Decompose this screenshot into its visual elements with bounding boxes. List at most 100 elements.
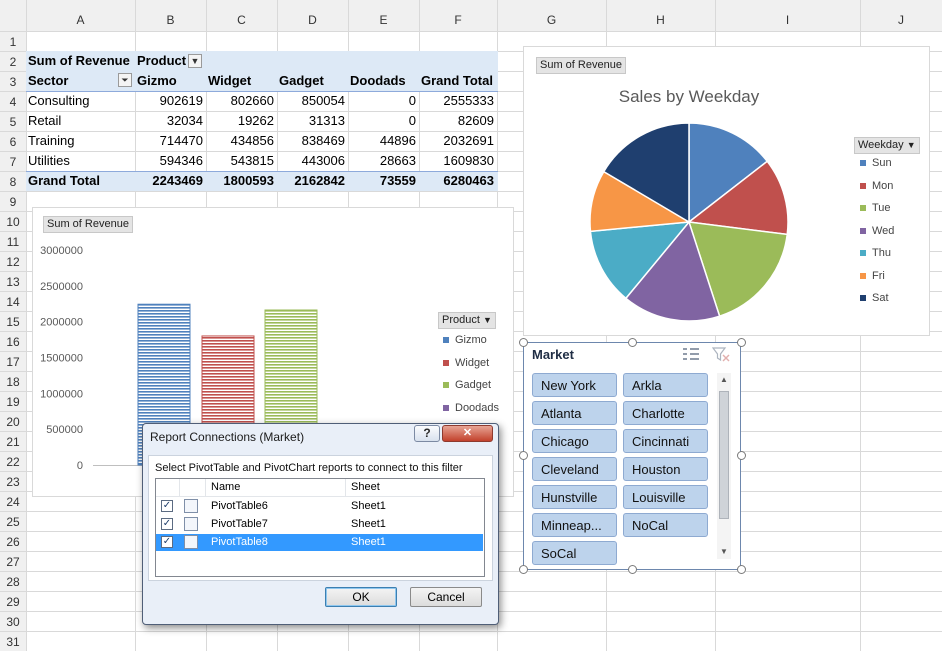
row-header[interactable]: 21	[6, 435, 20, 449]
row-header[interactable]: 30	[6, 615, 20, 629]
slicer-item[interactable]: Houston	[623, 457, 708, 481]
row-header[interactable]: 17	[6, 355, 20, 369]
column-header[interactable]: G	[547, 13, 556, 27]
slicer-scrollbar[interactable]: ▲ ▼	[717, 373, 731, 559]
resize-handle[interactable]	[628, 565, 637, 574]
product-field-button[interactable]: Product ▼	[438, 312, 496, 329]
row-header[interactable]: 25	[6, 515, 20, 529]
report-checkbox[interactable]: ✓	[161, 536, 173, 548]
row-header[interactable]: 8	[10, 175, 17, 189]
row-header[interactable]: 13	[6, 275, 20, 289]
report-checkbox[interactable]: ✓	[161, 500, 173, 512]
row-header[interactable]: 29	[6, 595, 20, 609]
row-header[interactable]: 9	[10, 195, 17, 209]
row-header[interactable]: 3	[10, 75, 17, 89]
row-header[interactable]: 28	[6, 575, 20, 589]
resize-handle[interactable]	[519, 565, 528, 574]
report-list-item[interactable]: ✓ PivotTable7 Sheet1	[156, 516, 483, 533]
row-header[interactable]: 4	[10, 95, 17, 109]
slicer-item[interactable]: Cincinnati	[623, 429, 708, 453]
column-header[interactable]: E	[379, 13, 387, 27]
row-header[interactable]: 22	[6, 455, 20, 469]
cancel-button[interactable]: Cancel	[410, 587, 482, 607]
chevron-down-icon: ▼	[482, 315, 492, 325]
row-header[interactable]: 20	[6, 415, 20, 429]
list-header: Name Sheet	[156, 479, 484, 497]
column-header[interactable]: B	[166, 13, 174, 27]
column-header[interactable]: D	[308, 13, 317, 27]
row-header[interactable]: 16	[6, 335, 20, 349]
report-list-item-selected[interactable]: ✓ PivotTable8 Sheet1	[156, 534, 483, 551]
pivot-cell: 838469	[301, 133, 345, 148]
row-header[interactable]: 12	[6, 255, 20, 269]
row-header[interactable]: 11	[7, 235, 20, 249]
row-header[interactable]: 27	[6, 555, 20, 569]
product-filter-dropdown-icon[interactable]: ▼	[188, 54, 202, 68]
slicer-item[interactable]: Minneap...	[532, 513, 617, 537]
slicer-title: Market	[532, 347, 574, 362]
slicer-item[interactable]: Charlotte	[623, 401, 708, 425]
scroll-down-icon[interactable]: ▼	[717, 545, 731, 559]
pivottable-icon	[184, 535, 198, 549]
row-header[interactable]: 10	[6, 215, 20, 229]
slicer-item[interactable]: NoCal	[623, 513, 708, 537]
resize-handle[interactable]	[519, 451, 528, 460]
resize-handle[interactable]	[737, 565, 746, 574]
row-header[interactable]: 31	[6, 635, 20, 649]
report-connections-dialog[interactable]: Report Connections (Market) ? ✕ Select P…	[142, 423, 499, 625]
row-header[interactable]: 14	[6, 295, 20, 309]
row-header[interactable]: 23	[6, 475, 20, 489]
resize-handle[interactable]	[519, 338, 528, 347]
resize-handle[interactable]	[628, 338, 637, 347]
row-header[interactable]: 26	[6, 535, 20, 549]
clear-filter-icon[interactable]	[711, 346, 730, 362]
slicer-item[interactable]: Cleveland	[532, 457, 617, 481]
report-checkbox[interactable]: ✓	[161, 518, 173, 530]
resize-handle[interactable]	[737, 451, 746, 460]
pivot-product-label: Product	[137, 53, 187, 68]
column-header[interactable]: J	[898, 13, 904, 27]
report-list[interactable]: Name Sheet ✓ PivotTable6 Sheet1 ✓ PivotT…	[155, 478, 485, 577]
pivot-cell: 594346	[159, 153, 203, 168]
row-header[interactable]: 1	[10, 35, 17, 49]
row-header[interactable]: 19	[6, 395, 20, 409]
pivot-table[interactable]: Sum of Revenue Product ▼ Sector ⏷ Gizmo …	[26, 51, 498, 191]
row-header[interactable]: 15	[6, 315, 20, 329]
resize-handle[interactable]	[737, 338, 746, 347]
close-button[interactable]: ✕	[442, 425, 493, 442]
legend-label: Mon	[872, 179, 894, 192]
slicer-item[interactable]: Chicago	[532, 429, 617, 453]
column-header[interactable]: A	[76, 13, 84, 27]
multi-select-icon[interactable]	[682, 346, 700, 362]
row-header[interactable]: 2	[10, 55, 17, 69]
help-button[interactable]: ?	[414, 425, 440, 442]
slicer-item[interactable]: Arkla	[623, 373, 708, 397]
column-header[interactable]: I	[786, 13, 789, 27]
scroll-up-icon[interactable]: ▲	[717, 373, 731, 387]
row-header[interactable]: 7	[10, 155, 17, 169]
dialog-body: Select PivotTable and PivotChart reports…	[148, 455, 493, 581]
column-name-header[interactable]: Name	[211, 479, 240, 496]
row-header[interactable]: 6	[10, 135, 17, 149]
column-header[interactable]: C	[237, 13, 246, 27]
pie-chart[interactable]: Sum of Revenue Sales by Weekday Weekday …	[523, 46, 930, 336]
scroll-thumb[interactable]	[719, 391, 729, 519]
slicer-item[interactable]: SoCal	[532, 541, 617, 565]
row-header[interactable]: 5	[10, 115, 17, 129]
row-header[interactable]: 24	[6, 495, 20, 509]
column-sheet-header[interactable]: Sheet	[351, 479, 380, 496]
report-list-item[interactable]: ✓ PivotTable6 Sheet1	[156, 498, 483, 515]
row-header[interactable]: 18	[6, 375, 20, 389]
ok-button[interactable]: OK	[325, 587, 397, 607]
slicer-item[interactable]: Hunstville	[532, 485, 617, 509]
sector-filter-icon[interactable]: ⏷	[118, 73, 132, 87]
slicer-item[interactable]: Atlanta	[532, 401, 617, 425]
column-header[interactable]: F	[454, 13, 461, 27]
slicer-item[interactable]: Louisville	[623, 485, 708, 509]
weekday-field-button[interactable]: Weekday ▼	[854, 137, 920, 154]
slicer-item[interactable]: New York	[532, 373, 617, 397]
legend-swatch	[860, 250, 866, 257]
column-header[interactable]: H	[656, 13, 665, 27]
legend-label: Widget	[455, 356, 490, 369]
market-slicer[interactable]: Market New York Arkla Atlanta Charlotte Chic…	[523, 342, 741, 570]
